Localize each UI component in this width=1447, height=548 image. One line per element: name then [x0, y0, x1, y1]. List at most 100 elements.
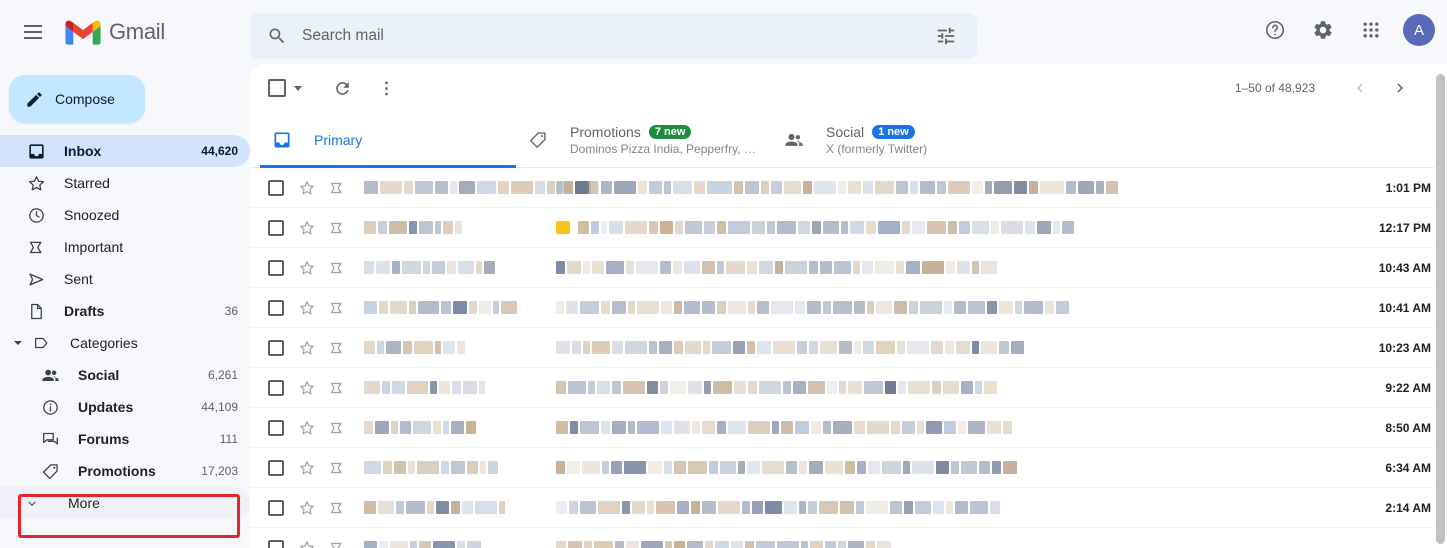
- row-select-checkbox[interactable]: [268, 499, 284, 516]
- redacted-text-block: [364, 220, 464, 235]
- main-menu-icon[interactable]: [9, 8, 57, 56]
- table-row[interactable]: 12:17 PM: [250, 208, 1447, 248]
- sidebar-item-updates[interactable]: Updates 44,109: [0, 391, 250, 423]
- avatar[interactable]: A: [1403, 14, 1435, 46]
- send-icon: [26, 269, 46, 289]
- row-select-checkbox[interactable]: [268, 459, 284, 476]
- table-row[interactable]: 6:34 AM: [250, 448, 1447, 488]
- email-subject: [556, 340, 1361, 355]
- support-icon[interactable]: [1253, 8, 1297, 52]
- star-icon[interactable]: [298, 179, 318, 197]
- star-icon[interactable]: [298, 219, 318, 237]
- important-marker-icon[interactable]: [328, 499, 348, 517]
- star-icon[interactable]: [298, 379, 318, 397]
- sidebar-item-social[interactable]: Social 6,261: [0, 359, 250, 391]
- sidebar-item-label: Promotions: [78, 463, 156, 479]
- tab-label: Social: [826, 123, 865, 140]
- row-select-checkbox[interactable]: [268, 259, 284, 276]
- sidebar-item-drafts[interactable]: Drafts 36: [0, 295, 250, 327]
- email-subject: [556, 180, 1361, 195]
- search-box[interactable]: [250, 13, 977, 59]
- chevron-right-icon[interactable]: [1383, 71, 1417, 105]
- row-select-checkbox[interactable]: [268, 419, 284, 436]
- star-icon[interactable]: [298, 459, 318, 477]
- table-row[interactable]: 10:23 AM: [250, 328, 1447, 368]
- list-scrollbar[interactable]: [1434, 68, 1447, 548]
- more-vertical-icon[interactable]: [368, 70, 404, 106]
- select-all-caret-down-icon[interactable]: [294, 85, 302, 91]
- gmail-brand[interactable]: Gmail: [65, 19, 165, 46]
- chevron-left-icon[interactable]: [1343, 71, 1377, 105]
- tab-primary[interactable]: Primary: [260, 112, 516, 168]
- row-select-checkbox[interactable]: [268, 339, 284, 356]
- select-all-group: [268, 79, 302, 97]
- important-marker-icon[interactable]: [328, 259, 348, 277]
- google-apps-icon[interactable]: [1349, 8, 1393, 52]
- sidebar: Compose Inbox 44,620 Starred Snoozed Imp…: [0, 64, 250, 548]
- mail-main-panel: 1–50 of 48,923 Primary Promotions 7 new …: [250, 64, 1447, 548]
- redacted-text-block: [364, 340, 467, 355]
- row-select-checkbox[interactable]: [268, 219, 284, 236]
- star-icon[interactable]: [298, 539, 318, 548]
- sidebar-item-important[interactable]: Important: [0, 231, 250, 263]
- inbox-tab-icon: [272, 130, 294, 150]
- email-subject: [556, 260, 1361, 275]
- sidebar-item-forums[interactable]: Forums 111: [0, 423, 250, 455]
- scrollbar-thumb[interactable]: [1436, 74, 1445, 544]
- row-select-checkbox[interactable]: [268, 299, 284, 316]
- sidebar-item-label: Inbox: [64, 143, 102, 159]
- important-marker-icon[interactable]: [328, 459, 348, 477]
- important-marker-icon[interactable]: [328, 299, 348, 317]
- caret-down-icon: [12, 338, 24, 348]
- row-select-checkbox[interactable]: [268, 379, 284, 396]
- sidebar-item-count: 6,261: [207, 368, 238, 382]
- sidebar-item-snoozed[interactable]: Snoozed: [0, 199, 250, 231]
- email-subject: [556, 420, 1361, 435]
- people-icon: [40, 365, 60, 385]
- important-marker-icon[interactable]: [328, 379, 348, 397]
- compose-button[interactable]: Compose: [9, 75, 145, 123]
- table-row[interactable]: 10:41 AM: [250, 288, 1447, 328]
- sidebar-item-inbox[interactable]: Inbox 44,620: [0, 135, 250, 167]
- sidebar-item-more[interactable]: More: [0, 487, 250, 519]
- sidebar-item-label: Drafts: [64, 303, 105, 319]
- sidebar-group-categories[interactable]: Categories: [0, 327, 250, 359]
- star-icon[interactable]: [298, 299, 318, 317]
- search-icon[interactable]: [260, 19, 294, 53]
- star-icon[interactable]: [298, 259, 318, 277]
- tab-social[interactable]: Social 1 new X (formerly Twitter): [772, 112, 1028, 167]
- important-marker-icon[interactable]: [328, 179, 348, 197]
- sidebar-item-starred[interactable]: Starred: [0, 167, 250, 199]
- important-marker-icon[interactable]: [328, 219, 348, 237]
- table-row[interactable]: 1:01 PM: [250, 168, 1447, 208]
- email-sender: [364, 540, 532, 548]
- settings-icon[interactable]: [1301, 8, 1345, 52]
- attachment-badge-icon: [556, 220, 570, 234]
- tab-promotions[interactable]: Promotions 7 new Dominos Pizza India, Pe…: [516, 112, 772, 167]
- star-icon[interactable]: [298, 339, 318, 357]
- table-row[interactable]: 9:22 AM: [250, 368, 1447, 408]
- chevron-down-icon: [26, 497, 38, 510]
- refresh-icon[interactable]: [324, 70, 360, 106]
- important-marker-icon[interactable]: [328, 419, 348, 437]
- table-row[interactable]: [250, 528, 1447, 548]
- table-row[interactable]: 8:50 AM: [250, 408, 1447, 448]
- email-subject: [556, 500, 1361, 515]
- email-sender: [364, 500, 532, 515]
- star-icon[interactable]: [298, 499, 318, 517]
- sidebar-item-promotions[interactable]: Promotions 17,203: [0, 455, 250, 487]
- tune-filter-icon[interactable]: [929, 19, 963, 53]
- sidebar-item-count: 111: [219, 432, 238, 446]
- sidebar-group-label: Categories: [70, 335, 138, 351]
- important-marker-icon[interactable]: [328, 339, 348, 357]
- table-row[interactable]: 2:14 AM: [250, 488, 1447, 528]
- row-select-checkbox[interactable]: [268, 179, 284, 196]
- select-all-checkbox[interactable]: [268, 79, 286, 97]
- sidebar-item-sent[interactable]: Sent: [0, 263, 250, 295]
- important-marker-icon[interactable]: [328, 539, 348, 548]
- star-icon[interactable]: [298, 419, 318, 437]
- table-row[interactable]: 10:43 AM: [250, 248, 1447, 288]
- sidebar-item-count: 36: [224, 304, 238, 318]
- row-select-checkbox[interactable]: [268, 539, 284, 548]
- search-input[interactable]: [300, 26, 929, 46]
